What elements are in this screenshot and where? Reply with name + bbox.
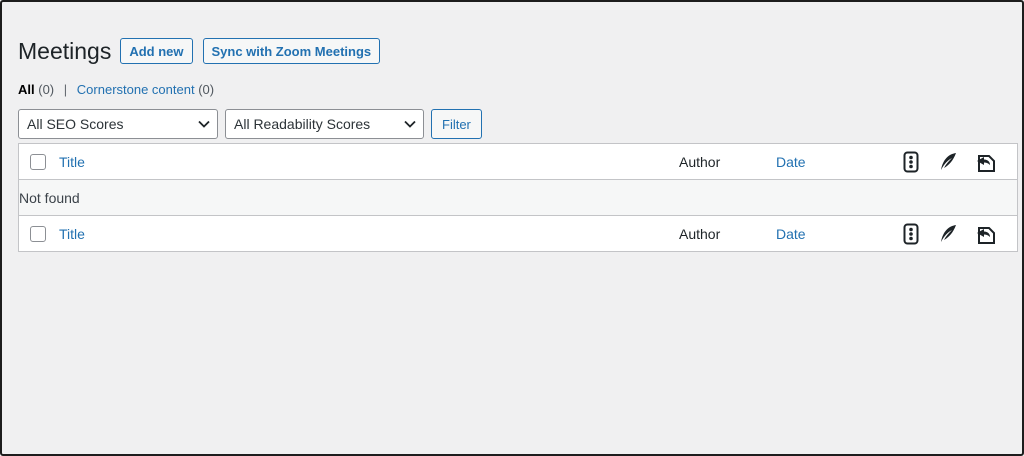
- table-footer-row: Title Author Date: [18, 215, 1018, 252]
- column-links: [975, 143, 1018, 180]
- view-cornerstone-link[interactable]: Cornerstone content: [77, 82, 195, 97]
- seo-score-icon[interactable]: [903, 151, 919, 173]
- sort-title-link-footer[interactable]: Title: [59, 226, 85, 242]
- sort-date-link[interactable]: Date: [776, 154, 806, 170]
- page-header: Meetings Add new Sync with Zoom Meetings: [18, 38, 1018, 64]
- sync-zoom-button[interactable]: Sync with Zoom Meetings: [202, 38, 381, 64]
- empty-message: Not found: [18, 179, 1018, 216]
- column-date: Date: [776, 143, 903, 180]
- view-all-count: (0): [38, 82, 55, 97]
- select-all-checkbox[interactable]: [30, 153, 46, 170]
- column-author: Author: [679, 143, 776, 180]
- table-empty-row: Not found: [18, 179, 1018, 216]
- filter-button[interactable]: Filter: [431, 109, 482, 139]
- column-seo-footer: [903, 215, 939, 252]
- readability-feather-icon[interactable]: [939, 152, 957, 172]
- sort-title-link[interactable]: Title: [59, 154, 85, 170]
- view-all-link[interactable]: All: [18, 82, 35, 97]
- filter-bar: All SEO Scores All Readability Scores Fi…: [18, 109, 1018, 139]
- table-header-row: Title Author Date: [18, 143, 1018, 180]
- column-author-footer: Author: [679, 215, 776, 252]
- column-title-footer: Title: [59, 215, 679, 252]
- chevron-down-icon: [198, 120, 210, 128]
- page-title: Meetings: [18, 38, 112, 64]
- view-filters: All (0) | Cornerstone content (0): [18, 82, 1018, 98]
- readability-score-select[interactable]: All Readability Scores: [225, 109, 424, 139]
- select-all-cell: [18, 143, 59, 180]
- internal-links-icon[interactable]: [975, 223, 997, 245]
- readability-feather-icon[interactable]: [939, 224, 957, 244]
- column-readability: [939, 143, 975, 180]
- view-cornerstone-count: (0): [198, 82, 215, 97]
- column-seo: [903, 143, 939, 180]
- column-readability-footer: [939, 215, 975, 252]
- column-links-footer: [975, 215, 1018, 252]
- add-new-button[interactable]: Add new: [120, 38, 193, 64]
- chevron-down-icon: [404, 120, 416, 128]
- internal-links-icon[interactable]: [975, 151, 997, 173]
- select-all-checkbox-footer[interactable]: [30, 225, 46, 242]
- meetings-table: Title Author Date Not found Title Author…: [18, 143, 1018, 252]
- seo-score-select-value: All SEO Scores: [27, 116, 124, 132]
- seo-score-select[interactable]: All SEO Scores: [18, 109, 218, 139]
- view-separator: |: [63, 82, 68, 97]
- column-date-footer: Date: [776, 215, 903, 252]
- sort-date-link-footer[interactable]: Date: [776, 226, 806, 242]
- select-all-cell-footer: [18, 215, 59, 252]
- column-title: Title: [59, 143, 679, 180]
- readability-score-select-value: All Readability Scores: [234, 116, 371, 132]
- main-content: Meetings Add new Sync with Zoom Meetings…: [18, 38, 1018, 252]
- seo-score-icon[interactable]: [903, 223, 919, 245]
